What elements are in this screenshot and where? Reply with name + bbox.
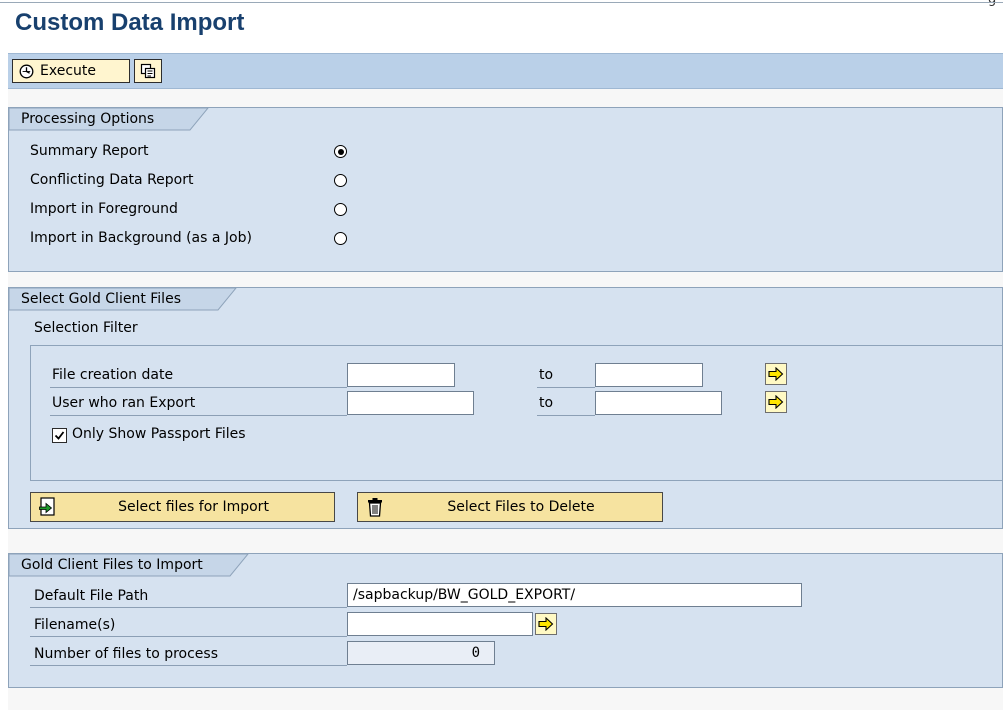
select-import-icon bbox=[39, 497, 55, 516]
import-in-foreground-radio[interactable] bbox=[334, 203, 347, 216]
checkmark-icon bbox=[54, 431, 65, 440]
user-who-ran-export-to-underline bbox=[537, 415, 595, 416]
gold-client-files-to-import-group: Gold Client Files to Import Default File… bbox=[8, 553, 1003, 688]
selection-filter-frame: File creation date to User who ran Expor… bbox=[30, 345, 1003, 481]
filenames-multiple-selection-button[interactable] bbox=[535, 613, 557, 635]
file-creation-date-from-input[interactable] bbox=[347, 363, 455, 387]
summary-report-label: Summary Report bbox=[30, 143, 149, 159]
file-creation-date-to-underline bbox=[537, 387, 595, 388]
select-files-for-import-label: Select files for Import bbox=[118, 499, 269, 515]
file-creation-date-underline bbox=[50, 387, 347, 388]
file-creation-date-to-input[interactable] bbox=[595, 363, 703, 387]
trash-icon bbox=[368, 498, 382, 517]
default-file-path-underline bbox=[30, 607, 347, 608]
conflicting-data-report-radio[interactable] bbox=[334, 174, 347, 187]
user-who-ran-export-from-input[interactable] bbox=[347, 391, 474, 415]
multiple-selection-icon bbox=[768, 367, 784, 381]
processing-options-group: Processing Options Summary Report Confli… bbox=[8, 107, 1003, 272]
select-files-for-import-button[interactable]: Select files for Import bbox=[30, 492, 335, 522]
variant-button[interactable] bbox=[134, 59, 162, 83]
default-file-path-input[interactable]: /sapbackup/BW_GOLD_EXPORT/ bbox=[347, 583, 802, 607]
select-files-to-delete-label: Select Files to Delete bbox=[447, 499, 595, 515]
multiple-selection-icon bbox=[768, 395, 784, 409]
select-files-to-delete-button[interactable]: Select Files to Delete bbox=[357, 492, 663, 522]
filenames-input[interactable] bbox=[347, 612, 533, 636]
select-gold-client-files-group: Select Gold Client Files Selection Filte… bbox=[8, 287, 1003, 529]
execute-icon bbox=[19, 64, 34, 78]
page-title: Custom Data Import bbox=[15, 9, 245, 36]
select-gold-client-files-title: Select Gold Client Files bbox=[9, 288, 237, 311]
number-of-files-underline bbox=[30, 665, 347, 666]
user-who-ran-export-multiple-selection-button[interactable] bbox=[765, 391, 787, 413]
execute-label: Execute bbox=[40, 63, 96, 79]
user-who-ran-export-to-input[interactable] bbox=[595, 391, 722, 415]
file-creation-date-to-label: to bbox=[539, 367, 554, 383]
only-show-passport-files-checkbox[interactable] bbox=[52, 428, 67, 443]
only-show-passport-files-label: Only Show Passport Files bbox=[72, 426, 246, 442]
user-who-ran-export-underline bbox=[50, 415, 347, 416]
multiple-selection-icon bbox=[538, 617, 554, 631]
processing-options-title: Processing Options bbox=[9, 108, 209, 131]
file-creation-date-multiple-selection-button[interactable] bbox=[765, 363, 787, 385]
user-who-ran-export-label: User who ran Export bbox=[52, 395, 196, 411]
number-of-files-output: 0 bbox=[347, 641, 495, 665]
user-who-ran-export-to-label: to bbox=[539, 395, 554, 411]
top-divider bbox=[0, 2, 1003, 3]
import-in-foreground-label: Import in Foreground bbox=[30, 201, 178, 217]
default-file-path-label: Default File Path bbox=[34, 588, 149, 604]
number-of-files-label: Number of files to process bbox=[34, 646, 219, 662]
file-creation-date-label: File creation date bbox=[52, 367, 174, 383]
summary-report-radio[interactable] bbox=[334, 145, 347, 158]
selection-filter-label: Selection Filter bbox=[34, 320, 138, 336]
variant-icon bbox=[140, 63, 156, 79]
filenames-label: Filename(s) bbox=[34, 617, 116, 633]
import-in-background-label: Import in Background (as a Job) bbox=[30, 230, 252, 246]
application-toolbar: Execute bbox=[8, 53, 1003, 89]
execute-button[interactable]: Execute bbox=[12, 59, 130, 83]
conflicting-data-report-label: Conflicting Data Report bbox=[30, 172, 194, 188]
filenames-underline bbox=[30, 636, 347, 637]
gold-client-files-to-import-title: Gold Client Files to Import bbox=[9, 554, 249, 577]
import-in-background-radio[interactable] bbox=[334, 232, 347, 245]
